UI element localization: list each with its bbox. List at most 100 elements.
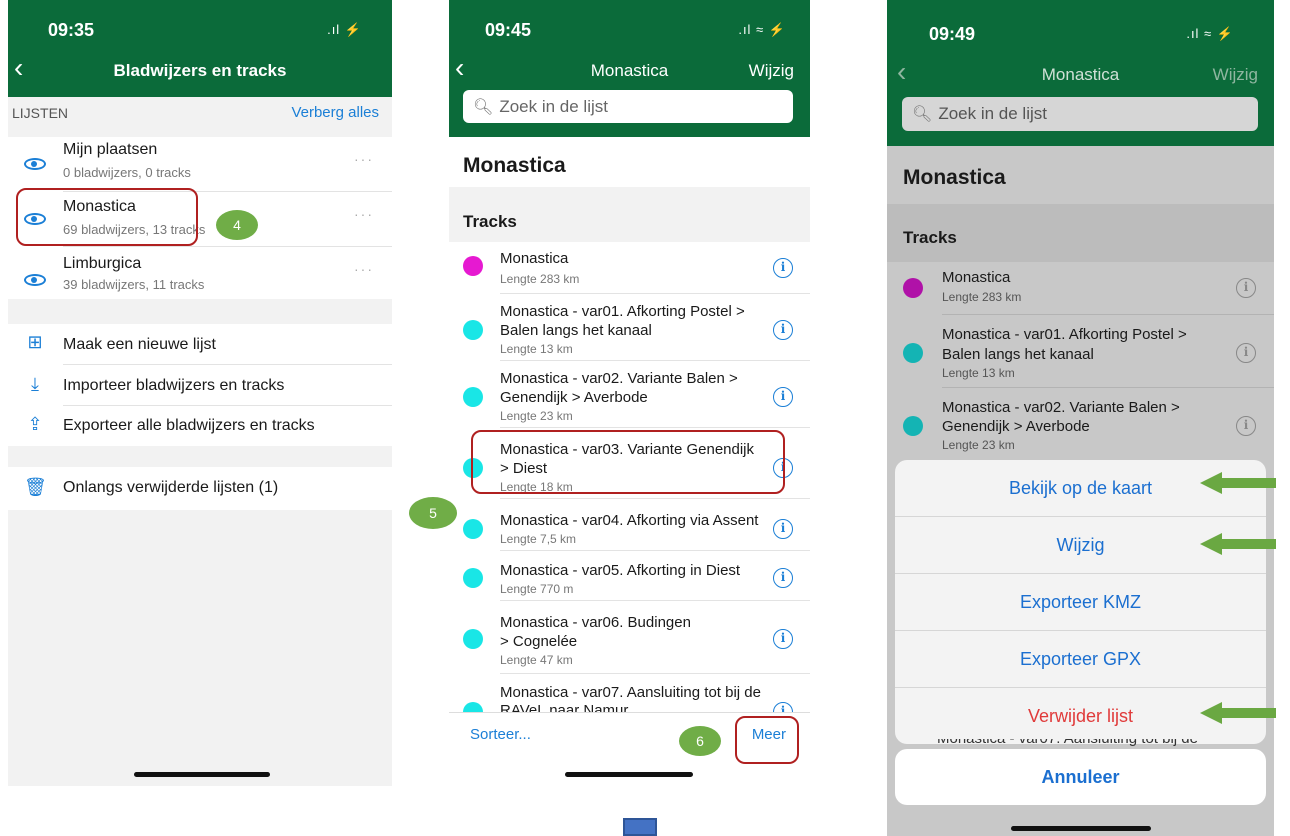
list-title-bar: Monastica xyxy=(449,137,810,187)
track-row[interactable]: Monastica Lengte 283 km i xyxy=(887,262,1274,314)
search-icon: 🔍︎ xyxy=(473,98,494,116)
info-icon[interactable]: i xyxy=(773,519,793,539)
info-icon[interactable]: i xyxy=(773,568,793,588)
step-badge-4: 4 xyxy=(216,210,258,240)
info-icon[interactable]: i xyxy=(773,258,793,278)
new-list-button[interactable]: ⊞ Maak een nieuwe lijst xyxy=(8,324,392,364)
track-length: Lengte 770 m xyxy=(500,582,574,596)
track-color-dot xyxy=(463,387,483,407)
track-row[interactable]: Monastica - var02. Variante Balen > Gene… xyxy=(449,361,810,427)
track-name: Monastica - var02. Variante Balen > xyxy=(500,370,738,387)
obscured-track-name: Monastica - var07. Aansluiting tot bij d… xyxy=(937,739,1198,747)
action-label: Maak een nieuwe lijst xyxy=(63,336,216,353)
info-icon[interactable]: i xyxy=(1236,343,1256,363)
nav-bar: 09:45 .ıl ≈ ⚡ ‹ Monastica Wijzig 🔍︎ Zoek… xyxy=(449,0,810,137)
screen-bookmarks-and-tracks: 09:35 .ıl ⚡ ‹ Bladwijzers en tracks LIJS… xyxy=(8,0,392,786)
arrow-left-icon xyxy=(1200,702,1276,724)
home-indicator xyxy=(134,772,270,777)
cancel-button[interactable]: Annuleer xyxy=(895,749,1266,805)
info-icon[interactable]: i xyxy=(773,702,793,712)
share-icon: ⇪ xyxy=(27,414,43,434)
track-length: Lengte 7,5 km xyxy=(500,532,577,546)
track-name: Monastica - var01. Afkorting Postel > xyxy=(942,326,1187,343)
export-gpx-button[interactable]: Exporteer GPX xyxy=(895,631,1266,688)
info-icon[interactable]: i xyxy=(773,387,793,407)
status-time: 09:45 xyxy=(485,20,532,40)
info-icon[interactable]: i xyxy=(1236,278,1256,298)
track-row[interactable]: Monastica - var07. Aansluiting tot bij d… xyxy=(449,674,810,712)
edit-button[interactable]: Wijzig xyxy=(1213,65,1258,85)
eye-icon[interactable] xyxy=(24,158,46,170)
more-icon[interactable]: ··· xyxy=(354,261,374,277)
track-row[interactable]: Monastica - var05. Afkorting in Diest Le… xyxy=(449,551,810,599)
track-color-dot xyxy=(463,320,483,340)
list-item-limburgica[interactable]: Limburgica 39 bladwijzers, 11 tracks ··· xyxy=(8,247,392,299)
track-name: Monastica xyxy=(942,269,1011,286)
track-name-cont: > Cognelée xyxy=(500,633,578,650)
home-indicator xyxy=(1011,826,1151,831)
list-title: Monastica xyxy=(903,166,1006,189)
blue-square-shape xyxy=(623,818,657,836)
home-indicator xyxy=(565,772,693,777)
track-color-dot xyxy=(903,343,923,363)
highlight-box xyxy=(471,430,785,494)
track-length: Lengte 283 km xyxy=(942,290,1022,304)
list-title: Monastica xyxy=(463,154,566,177)
edit-button[interactable]: Wijzig xyxy=(749,61,794,81)
track-color-dot xyxy=(903,416,923,436)
info-icon[interactable]: i xyxy=(773,320,793,340)
action-label: Exporteer alle bladwijzers en tracks xyxy=(63,417,315,434)
track-name: Monastica xyxy=(500,250,569,267)
more-icon[interactable]: ··· xyxy=(354,206,374,222)
nav-bar: 09:35 .ıl ⚡ ‹ Bladwijzers en tracks xyxy=(8,0,392,97)
deleted-group: 🗑 Onlangs verwijderde lijsten (1) xyxy=(8,467,392,510)
track-row[interactable]: Monastica - var01. Afkorting Postel > Ba… xyxy=(449,294,810,360)
tracks-header: Tracks xyxy=(463,212,517,231)
status-icons: .ıl ≈ ⚡ xyxy=(738,22,786,37)
hide-all-link[interactable]: Verberg alles xyxy=(291,104,379,121)
search-input[interactable]: 🔍︎ Zoek in de lijst xyxy=(902,97,1258,131)
tracks-header: Tracks xyxy=(903,228,957,247)
status-time: 09:49 xyxy=(929,24,976,44)
search-placeholder: Zoek in de lijst xyxy=(499,96,608,116)
track-name: Monastica - var07. Aansluiting tot bij d… xyxy=(500,684,761,701)
export-kmz-button[interactable]: Exporteer KMZ xyxy=(895,574,1266,631)
track-row[interactable]: Monastica Lengte 283 km i xyxy=(449,242,810,292)
track-row[interactable]: Monastica - var06. Budingen > Cognelée L… xyxy=(449,601,810,671)
recently-deleted-button[interactable]: 🗑 Onlangs verwijderde lijsten (1) xyxy=(8,467,392,510)
export-all-button[interactable]: ⇪ Exporteer alle bladwijzers en tracks xyxy=(8,406,392,446)
track-length: Lengte 13 km xyxy=(942,366,1015,380)
track-row[interactable]: Monastica - var04. Afkorting via Assent … xyxy=(449,499,810,549)
lists-section-header: LIJSTEN Verberg alles xyxy=(8,97,392,137)
track-color-dot xyxy=(463,568,483,588)
eye-icon[interactable] xyxy=(24,274,46,286)
action-label: Importeer bladwijzers en tracks xyxy=(63,377,285,394)
track-name-cont: Genendijk > Averbode xyxy=(500,389,648,406)
list-item-mijn-plaatsen[interactable]: Mijn plaatsen 0 bladwijzers, 0 tracks ··… xyxy=(8,137,392,191)
track-name: Monastica - var04. Afkorting via Assent xyxy=(500,512,759,529)
info-icon[interactable]: i xyxy=(773,629,793,649)
more-icon[interactable]: ··· xyxy=(354,151,374,167)
info-icon[interactable]: i xyxy=(1236,416,1256,436)
track-length: Lengte 23 km xyxy=(942,438,1015,452)
highlight-box xyxy=(735,716,799,764)
page-title: Bladwijzers en tracks xyxy=(113,61,287,80)
list-name: Limburgica xyxy=(63,255,142,272)
sort-button[interactable]: Sorteer... xyxy=(470,726,531,743)
trash-icon: 🗑 xyxy=(24,477,47,497)
arrow-left-icon xyxy=(1200,472,1276,494)
list-details: 39 bladwijzers, 11 tracks xyxy=(63,277,205,292)
search-input[interactable]: 🔍︎ Zoek in de lijst xyxy=(463,90,793,123)
track-color-dot xyxy=(463,519,483,539)
track-length: Lengte 47 km xyxy=(500,653,573,667)
track-name-cont: Balen langs het kanaal xyxy=(500,322,652,339)
list-name: Mijn plaatsen xyxy=(63,141,158,158)
status-icons: .ıl ≈ ⚡ xyxy=(1186,26,1234,41)
arrow-left-icon xyxy=(1200,533,1276,555)
tracks-header-bar: Tracks xyxy=(887,204,1274,262)
track-row[interactable]: Monastica - var01. Afkorting Postel > Ba… xyxy=(887,315,1274,387)
track-color-dot xyxy=(903,278,923,298)
list-details: 0 bladwijzers, 0 tracks xyxy=(63,165,191,180)
import-button[interactable]: ⤓ Importeer bladwijzers en tracks xyxy=(8,365,392,405)
track-row[interactable]: Monastica - var02. Variante Balen > Gene… xyxy=(887,388,1274,460)
